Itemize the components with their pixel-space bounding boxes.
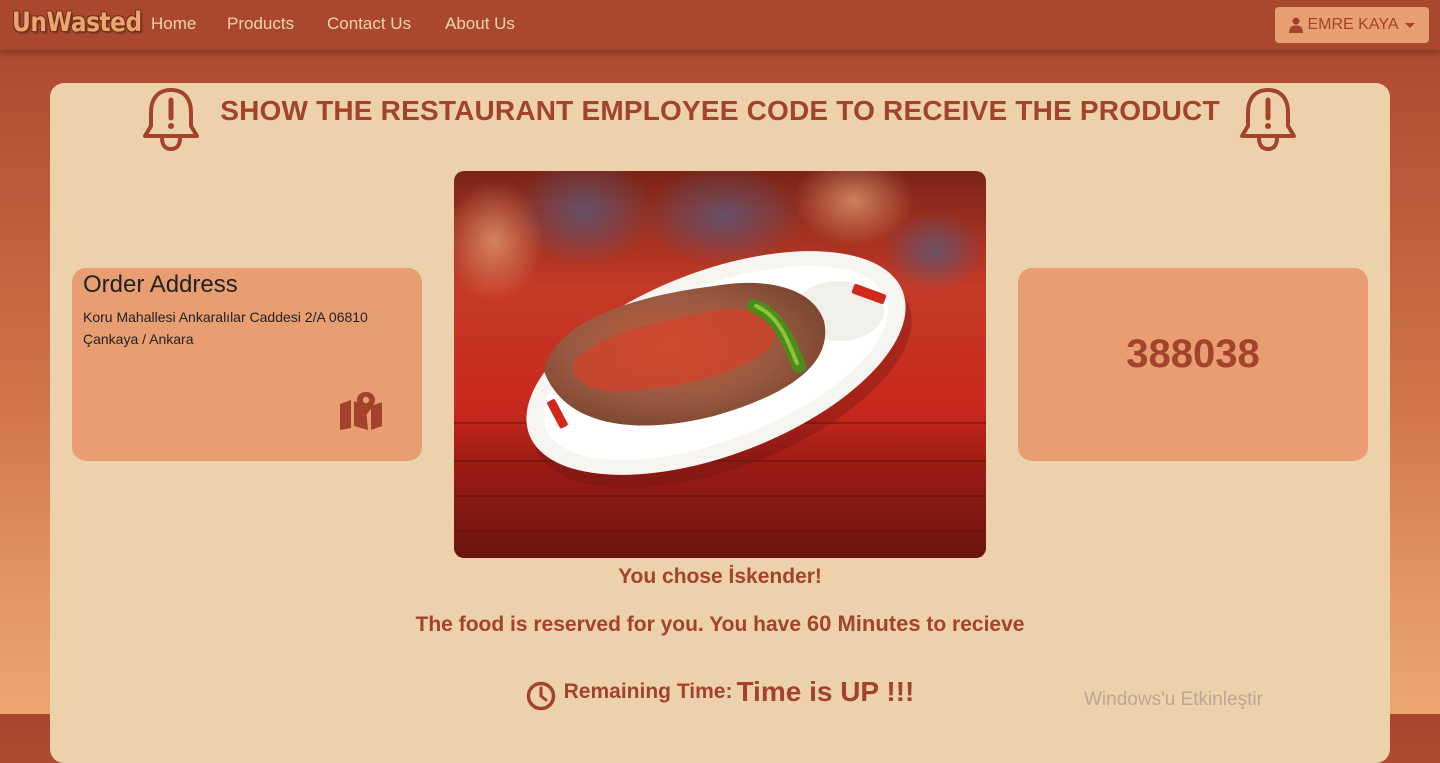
user-icon <box>1288 17 1303 33</box>
remaining-time-label: Remaining Time: <box>563 680 733 703</box>
user-menu-button[interactable]: EMRE KAYA <box>1275 7 1429 43</box>
reservation-suffix: to recieve <box>920 613 1025 636</box>
user-name: EMRE KAYA <box>1307 16 1399 33</box>
order-address-line-2: Çankaya / Ankara <box>83 331 194 347</box>
order-address-box: Order Address Koru Mahallesi Ankaralılar… <box>72 268 422 461</box>
nav-link-home[interactable]: Home <box>151 14 196 34</box>
map-icon[interactable] <box>338 392 384 430</box>
chosen-food-text: You chose İskender! <box>618 565 822 588</box>
chevron-down-icon <box>1405 22 1416 28</box>
reservation-message: The food is reserved for you. You have 6… <box>0 611 1440 637</box>
order-address-title: Order Address <box>83 271 238 298</box>
remaining-time-value: Time is UP !!! <box>736 676 915 707</box>
reservation-prefix: The food is reserved for you. You have <box>415 613 807 636</box>
employee-code-box: 388038 <box>1018 268 1368 461</box>
iskender-plate-photo <box>454 171 986 558</box>
nav-link-products[interactable]: Products <box>227 14 294 34</box>
employee-code: 388038 <box>1126 332 1260 376</box>
navbar: UnWasted Home Products Contact Us About … <box>0 0 1440 50</box>
clock-icon <box>526 681 555 711</box>
order-address-line-1: Koru Mahallesi Ankaralılar Caddesi 2/A 0… <box>83 309 368 325</box>
nav-link-about-us[interactable]: About Us <box>445 14 515 34</box>
reservation-minutes: 60 Minutes <box>806 611 921 636</box>
windows-activation-watermark: Windows'u Etkinleştir <box>1084 689 1263 710</box>
nav-link-contact-us[interactable]: Contact Us <box>327 14 411 34</box>
bell-exclamation-icon <box>1240 88 1296 152</box>
pickup-instruction-heading: SHOW THE RESTAURANT EMPLOYEE CODE TO REC… <box>220 95 1220 126</box>
brand-logo[interactable]: UnWasted <box>12 7 142 38</box>
